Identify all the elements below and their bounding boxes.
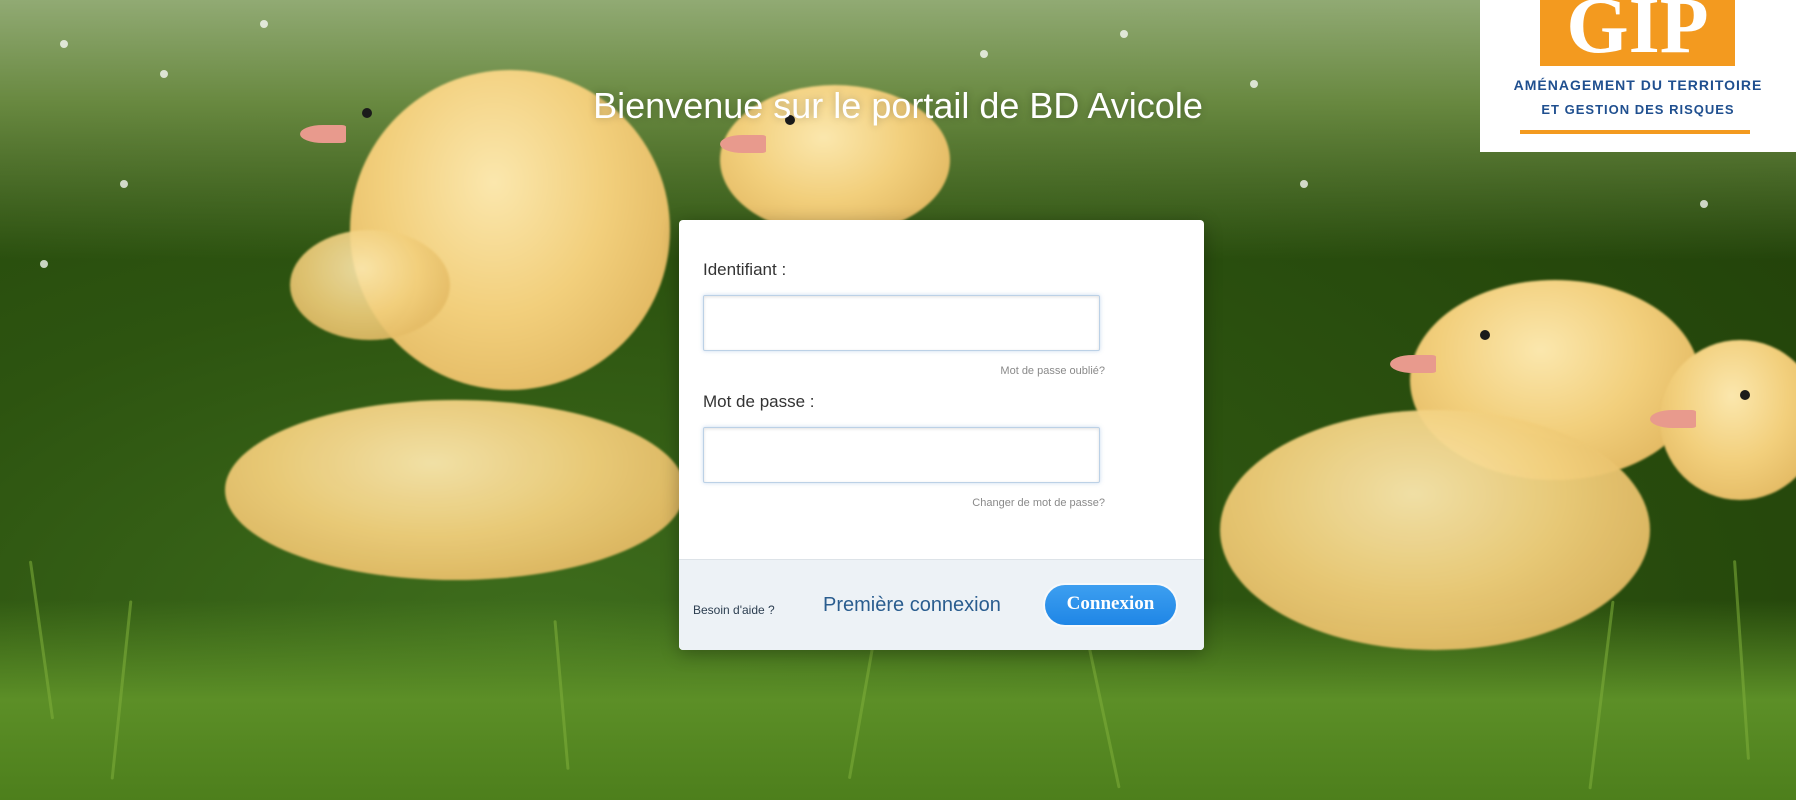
password-input[interactable] xyxy=(704,428,1099,482)
gip-logo-line1: AMÉNAGEMENT DU TERRITOIRE xyxy=(1513,77,1763,93)
sparkle xyxy=(120,180,128,188)
duckling-5-beak xyxy=(1390,355,1436,373)
login-footer: Besoin d'aide ? Première connexion Conne… xyxy=(679,559,1204,650)
duckling-6 xyxy=(1220,410,1650,650)
gip-logo-acronym: GIP xyxy=(1540,0,1735,66)
sparkle xyxy=(1300,180,1308,188)
gip-logo-line2: ET GESTION DES RISQUES xyxy=(1541,102,1735,117)
duckling-2 xyxy=(290,230,450,340)
password-label: Mot de passe : xyxy=(703,392,815,411)
duckling-1-beak xyxy=(300,125,346,143)
sparkle xyxy=(980,50,988,58)
gip-logo-underline xyxy=(1520,130,1750,134)
sparkle xyxy=(40,260,48,268)
identifiant-label: Identifiant : xyxy=(703,260,787,279)
duckling-3-beak xyxy=(720,135,766,153)
duckling-4 xyxy=(225,400,685,580)
forgot-password-link[interactable]: Mot de passe oublié? xyxy=(1000,365,1105,377)
sparkle xyxy=(60,40,68,48)
first-connection-link[interactable]: Première connexion xyxy=(823,594,1001,617)
duckling-5-eye xyxy=(1480,330,1490,340)
identifiant-input[interactable] xyxy=(704,296,1099,350)
help-link[interactable]: Besoin d'aide ? xyxy=(693,603,775,617)
gip-logo: GIP AMÉNAGEMENT DU TERRITOIRE ET GESTION… xyxy=(1480,0,1796,152)
sparkle xyxy=(260,20,268,28)
login-panel: Identifiant : Mot de passe oublié? Mot d… xyxy=(679,220,1204,650)
identifiant-field[interactable] xyxy=(703,295,1100,351)
change-password-link[interactable]: Changer de mot de passe? xyxy=(972,497,1105,509)
welcome-title-text: Bienvenue sur le portail de BD Avicole xyxy=(593,85,1203,126)
sparkle xyxy=(160,70,168,78)
password-field[interactable] xyxy=(703,427,1100,483)
duckling-7-eye xyxy=(1740,390,1750,400)
sparkle xyxy=(1700,200,1708,208)
sparkle xyxy=(1120,30,1128,38)
connexion-button[interactable]: Connexion xyxy=(1045,585,1176,625)
duckling-7-beak xyxy=(1650,410,1696,428)
